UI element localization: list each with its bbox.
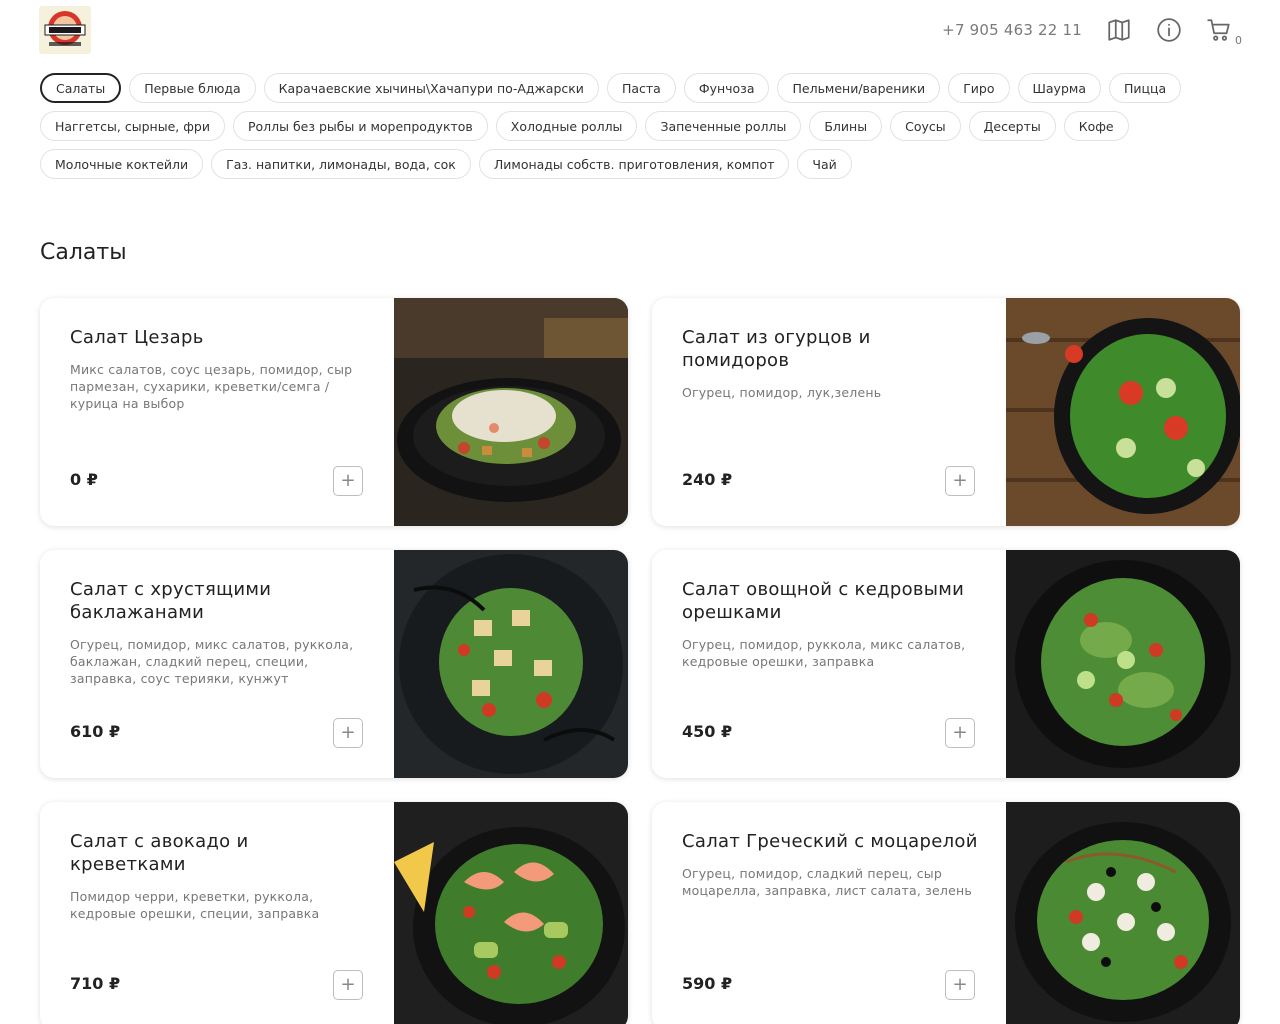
category-chip-pizza[interactable]: Пицца <box>1108 73 1182 103</box>
plus-icon: + <box>340 470 356 491</box>
product-price: 710 ₽ <box>70 974 121 993</box>
category-chip-sauces[interactable]: Соусы <box>890 111 961 141</box>
add-to-cart-button[interactable]: + <box>945 718 975 748</box>
category-row: Молочные коктейли Газ. напитки, лимонады… <box>40 149 1240 179</box>
header-actions: +7 905 463 22 11 0 <box>942 12 1242 48</box>
category-chip-nuggets[interactable]: Наггетсы, сырные, фри <box>40 111 225 141</box>
plus-icon: + <box>952 470 968 491</box>
product-description: Огурец, помидор, микс салатов, руккола, … <box>70 637 354 686</box>
category-chip-desserts[interactable]: Десерты <box>968 111 1056 141</box>
product-title: Салат с хрустящими баклажанами <box>70 579 272 623</box>
category-chip-coffee[interactable]: Кофе <box>1063 111 1129 141</box>
add-to-cart-button[interactable]: + <box>333 970 363 1000</box>
product-info: Салат с хрустящими баклажанами Огурец, п… <box>70 578 366 687</box>
category-row: Наггетсы, сырные, фри Роллы без рыбы и м… <box>40 111 1240 141</box>
category-chip-khychiny[interactable]: Карачаевские хычины\Хачапури по-Аджарски <box>263 73 599 103</box>
product-info: Салат Цезарь Микс салатов, соус цезарь, … <box>70 326 366 412</box>
category-chip-gyro[interactable]: Гиро <box>948 73 1010 103</box>
product-image[interactable] <box>394 550 628 778</box>
product-card[interactable]: Салат овощной с кедровыми орешками Огуре… <box>652 550 1240 778</box>
add-to-cart-button[interactable]: + <box>333 466 363 496</box>
product-card[interactable]: Салат из огурцов и помидоров Огурец, пом… <box>652 298 1240 526</box>
phone-number[interactable]: +7 905 463 22 11 <box>942 21 1082 39</box>
product-title: Салат с авокадо и креветками <box>70 831 249 875</box>
plus-icon: + <box>952 722 968 743</box>
product-price: 450 ₽ <box>682 722 733 741</box>
category-chip-pasta[interactable]: Паста <box>606 73 676 103</box>
product-card[interactable]: Салат Греческий с моцарелой Огурец, поми… <box>652 802 1240 1024</box>
map-icon[interactable] <box>1104 15 1134 45</box>
category-chip-funchoza[interactable]: Фунчоза <box>683 73 770 103</box>
product-info: Салат Греческий с моцарелой Огурец, поми… <box>682 830 978 899</box>
category-chip-shawarma[interactable]: Шаурма <box>1017 73 1101 103</box>
product-card[interactable]: Салат Цезарь Микс салатов, соус цезарь, … <box>40 298 628 526</box>
product-info: Салат овощной с кедровыми орешками Огуре… <box>682 578 978 670</box>
category-chip-soft-drinks[interactable]: Газ. напитки, лимонады, вода, сок <box>211 149 471 179</box>
category-chip-soups[interactable]: Первые блюда <box>129 73 256 103</box>
category-chip-pelmeni[interactable]: Пельмени/вареники <box>777 73 941 103</box>
product-price: 0 ₽ <box>70 470 98 489</box>
plus-icon: + <box>340 974 356 995</box>
category-chip-homemade-lemonade[interactable]: Лимонады собств. приготовления, компот <box>478 149 790 179</box>
info-icon[interactable] <box>1154 15 1184 45</box>
category-chip-tea[interactable]: Чай <box>797 149 852 179</box>
product-description: Огурец, помидор, сладкий перец, сыр моца… <box>682 866 972 898</box>
product-image[interactable] <box>1006 550 1240 778</box>
header: +7 905 463 22 11 0 <box>0 0 1280 60</box>
category-chip-cold-rolls[interactable]: Холодные роллы <box>495 111 638 141</box>
product-info: Салат из огурцов и помидоров Огурец, пом… <box>682 326 978 401</box>
category-nav: Салаты Первые блюда Карачаевские хычины\… <box>40 73 1240 187</box>
category-row: Салаты Первые блюда Карачаевские хычины\… <box>40 73 1240 103</box>
product-title: Салат Греческий с моцарелой <box>682 831 978 852</box>
add-to-cart-button[interactable]: + <box>333 718 363 748</box>
add-to-cart-button[interactable]: + <box>945 970 975 1000</box>
plus-icon: + <box>952 974 968 995</box>
category-chip-veg-rolls[interactable]: Роллы без рыбы и морепродуктов <box>232 111 488 141</box>
product-title: Салат Цезарь <box>70 327 204 348</box>
plus-icon: + <box>340 722 356 743</box>
product-price: 240 ₽ <box>682 470 733 489</box>
cart-icon[interactable]: 0 <box>1204 15 1242 47</box>
product-image[interactable] <box>1006 298 1240 526</box>
product-title: Салат овощной с кедровыми орешками <box>682 579 965 623</box>
section-title: Салаты <box>40 240 127 265</box>
logo-image <box>39 6 91 54</box>
product-card[interactable]: Салат с хрустящими баклажанами Огурец, п… <box>40 550 628 778</box>
product-image[interactable] <box>394 802 628 1024</box>
product-price: 590 ₽ <box>682 974 733 993</box>
product-description: Помидор черри, креветки, руккола, кедров… <box>70 889 320 921</box>
product-description: Огурец, помидор, руккола, микс салатов, … <box>682 637 966 669</box>
category-chip-pancakes[interactable]: Блины <box>809 111 883 141</box>
cart-count: 0 <box>1235 34 1242 47</box>
product-description: Микс салатов, соус цезарь, помидор, сыр … <box>70 362 353 411</box>
category-chip-milkshakes[interactable]: Молочные коктейли <box>40 149 204 179</box>
product-image[interactable] <box>1006 802 1240 1024</box>
logo[interactable] <box>39 6 91 54</box>
category-chip-salads[interactable]: Салаты <box>40 73 122 103</box>
category-chip-baked-rolls[interactable]: Запеченные роллы <box>645 111 802 141</box>
add-to-cart-button[interactable]: + <box>945 466 975 496</box>
product-description: Огурец, помидор, лук,зелень <box>682 385 882 400</box>
product-card[interactable]: Салат с авокадо и креветками Помидор чер… <box>40 802 628 1024</box>
product-image[interactable] <box>394 298 628 526</box>
product-title: Салат из огурцов и помидоров <box>682 327 871 371</box>
product-price: 610 ₽ <box>70 722 121 741</box>
product-info: Салат с авокадо и креветками Помидор чер… <box>70 830 366 922</box>
